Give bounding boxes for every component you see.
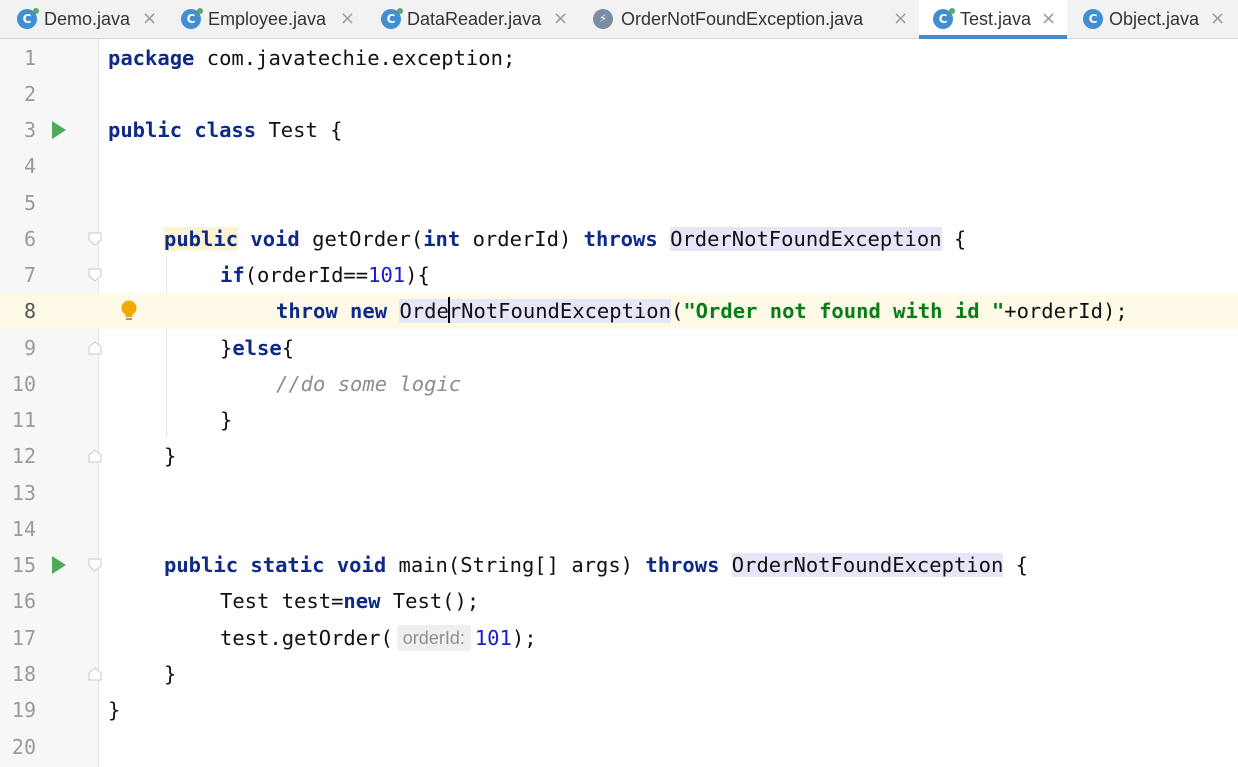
line-number: 4 — [23, 154, 36, 178]
close-icon[interactable]: × — [340, 0, 355, 38]
tab-employee-java[interactable]: C Employee.java × — [168, 0, 367, 38]
code-line: 19 } — [0, 692, 1238, 728]
line-number: 15 — [11, 553, 36, 577]
line-number: 14 — [11, 517, 36, 541]
line-number: 3 — [23, 118, 36, 142]
code-line: 17 test.getOrder(orderId: 101); — [0, 620, 1238, 656]
code-text[interactable]: public void getOrder(int orderId) throws… — [164, 221, 966, 257]
code-line: 5 — [0, 185, 1238, 221]
code-line: 4 — [0, 148, 1238, 184]
editor-tab-bar: C Demo.java × C Employee.java × C DataRe… — [0, 0, 1238, 39]
code-text[interactable]: } — [164, 438, 176, 474]
close-icon[interactable]: × — [893, 0, 908, 38]
fold-icon[interactable] — [88, 232, 102, 246]
code-line: 12 } — [0, 438, 1238, 474]
line-number: 9 — [23, 336, 36, 360]
code-line: 9 }else{ — [0, 330, 1238, 366]
line-number: 5 — [23, 191, 36, 215]
code-comment[interactable]: //do some logic — [276, 366, 461, 402]
tab-object-java[interactable]: C Object.java × — [1067, 0, 1238, 38]
fold-end-icon[interactable] — [88, 341, 102, 355]
tab-datareader-java[interactable]: C DataReader.java × — [367, 0, 579, 38]
code-line: 16 Test test=new Test(); — [0, 583, 1238, 619]
code-text[interactable]: } — [164, 656, 176, 692]
line-number: 17 — [11, 626, 36, 650]
code-line: 6 public void getOrder(int orderId) thro… — [0, 221, 1238, 257]
code-text[interactable]: Test test=new Test(); — [220, 583, 479, 619]
code-line: 13 — [0, 475, 1238, 511]
line-number: 12 — [11, 444, 36, 468]
code-line: 2 — [0, 76, 1238, 112]
code-line: 7 if(orderId==101){ — [0, 257, 1238, 293]
line-number: 2 — [23, 82, 36, 106]
fold-icon[interactable] — [88, 558, 102, 572]
fold-end-icon[interactable] — [88, 667, 102, 681]
line-number: 18 — [11, 662, 36, 686]
code-text[interactable]: if(orderId==101){ — [220, 257, 430, 293]
code-text[interactable]: public class Test { — [108, 112, 343, 148]
code-line: 3 public class Test { — [0, 112, 1238, 148]
code-text[interactable]: test.getOrder(orderId: 101); — [220, 620, 537, 656]
line-number: 20 — [11, 735, 36, 759]
close-icon[interactable]: × — [142, 0, 157, 38]
class-icon: C — [381, 8, 403, 29]
tab-label: Object.java — [1109, 9, 1200, 29]
run-icon[interactable] — [52, 121, 66, 139]
code-line: 10 //do some logic — [0, 366, 1238, 402]
line-number: 6 — [23, 227, 36, 251]
line-number: 16 — [11, 589, 36, 613]
code-text[interactable]: } — [108, 692, 120, 728]
line-number: 13 — [11, 481, 36, 505]
lightbulb-icon[interactable] — [120, 299, 138, 323]
parameter-hint: orderId: — [396, 625, 471, 651]
run-icon[interactable] — [52, 556, 66, 574]
line-number: 10 — [11, 372, 36, 396]
line-number: 1 — [23, 46, 36, 70]
fold-end-icon[interactable] — [88, 449, 102, 463]
tab-label: DataReader.java — [407, 9, 542, 29]
tab-label: Demo.java — [44, 9, 131, 29]
tab-label: OrderNotFoundException.java — [621, 9, 864, 29]
line-number: 7 — [23, 263, 36, 287]
line-number: 11 — [11, 408, 36, 432]
exception-class-icon: ⚡ — [593, 9, 613, 29]
tab-label: Employee.java — [208, 9, 327, 29]
fold-icon[interactable] — [88, 268, 102, 282]
code-text[interactable]: throw new OrderNotFoundException("Order … — [276, 293, 1128, 329]
close-icon[interactable]: × — [1210, 0, 1225, 38]
code-text[interactable]: public static void main(String[] args) t… — [164, 547, 1028, 583]
class-icon: C — [933, 8, 955, 29]
tab-demo-java[interactable]: C Demo.java × — [0, 0, 168, 38]
code-line: 18 } — [0, 656, 1238, 692]
tab-ordernotfoundexception-java[interactable]: ⚡ OrderNotFoundException.java × — [579, 0, 919, 38]
code-line: 1 package com.javatechie.exception; — [0, 40, 1238, 76]
code-line: 14 — [0, 511, 1238, 547]
close-icon[interactable]: × — [1041, 0, 1056, 38]
class-icon: C — [181, 8, 203, 29]
code-text[interactable]: } — [220, 402, 232, 438]
code-line: 20 — [0, 729, 1238, 765]
close-icon[interactable]: × — [553, 0, 568, 38]
line-number: 8 — [23, 299, 36, 323]
tab-label: Test.java — [960, 9, 1032, 29]
code-line-current: 8 throw new OrderNotFoundException("Orde… — [0, 293, 1238, 329]
tab-test-java[interactable]: C Test.java × — [919, 0, 1067, 39]
code-text[interactable]: package com.javatechie.exception; — [108, 40, 515, 76]
code-line: 15 public static void main(String[] args… — [0, 547, 1238, 583]
code-text[interactable]: }else{ — [220, 330, 294, 366]
class-icon: C — [1083, 9, 1103, 29]
code-line: 11 } — [0, 402, 1238, 438]
class-icon: C — [17, 8, 39, 29]
line-number: 19 — [11, 698, 36, 722]
